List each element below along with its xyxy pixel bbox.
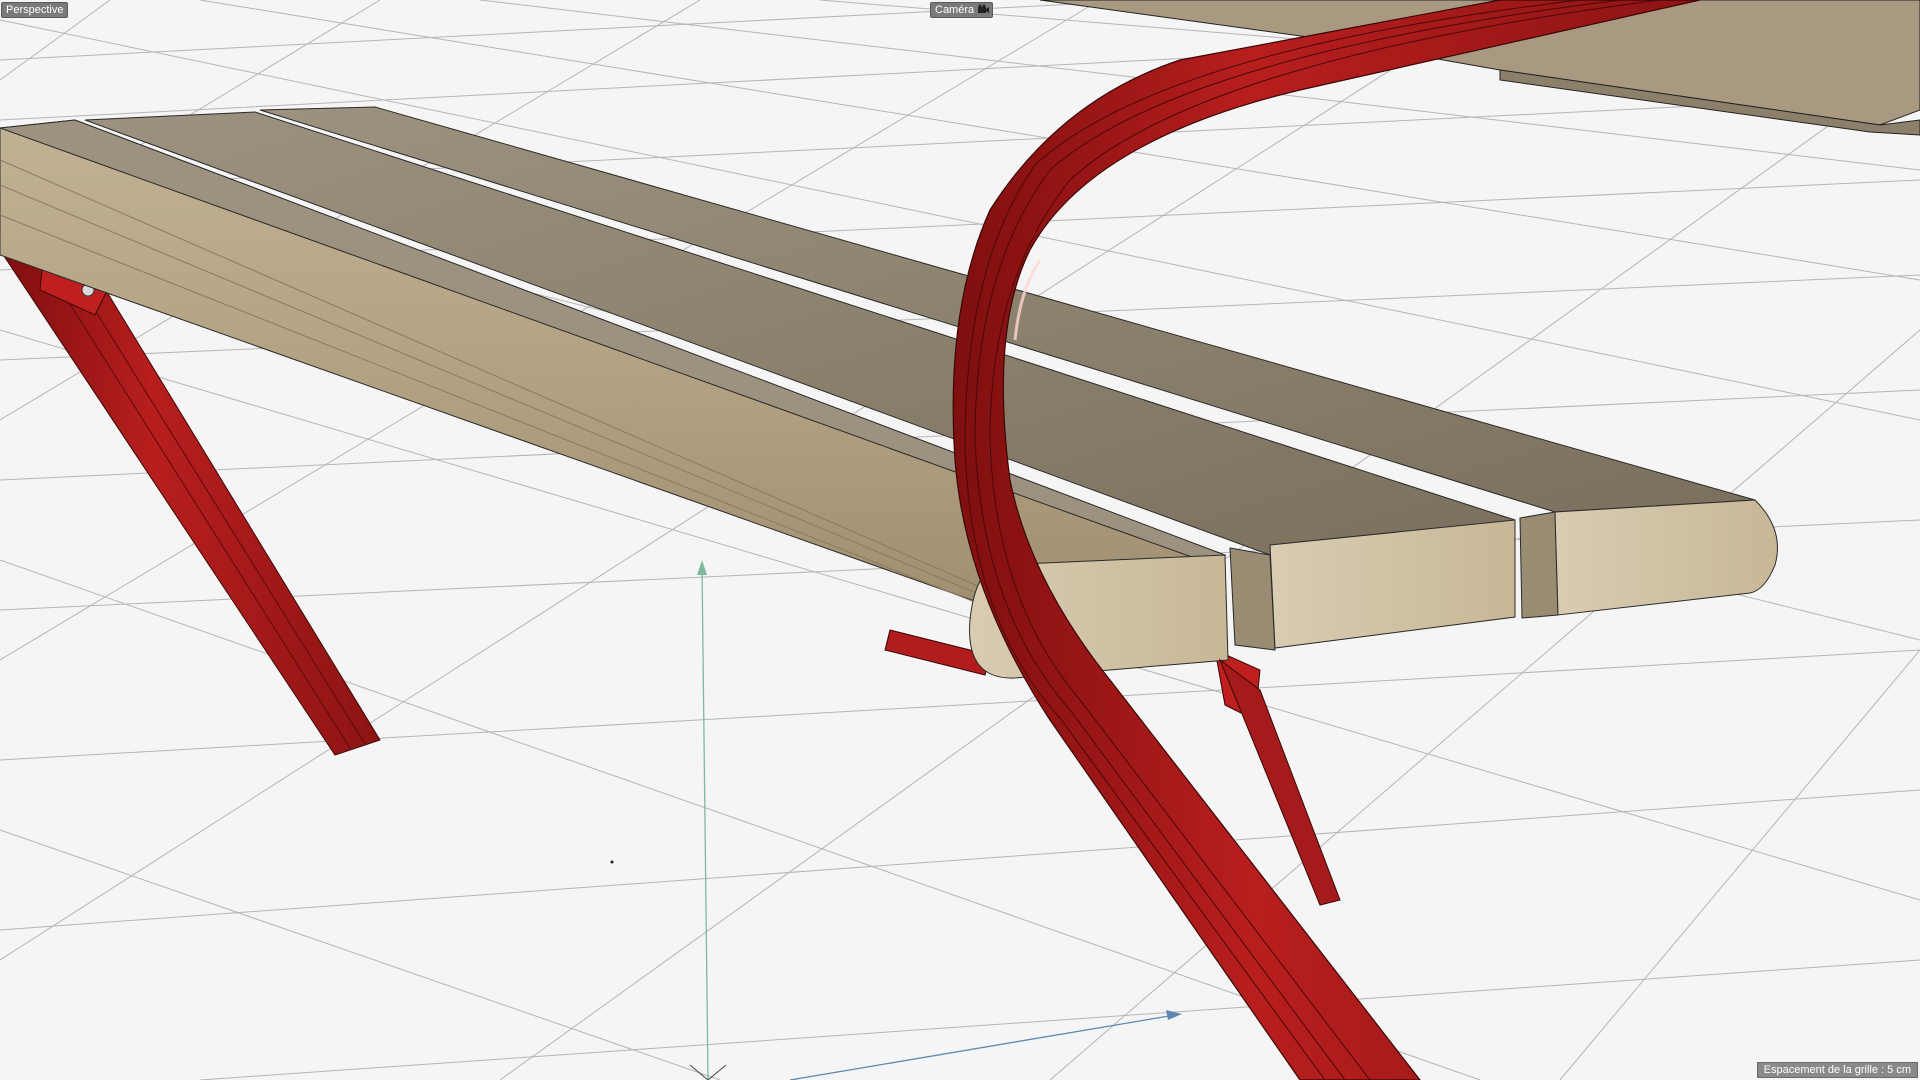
camera-label-text: Caméra [935, 4, 975, 16]
3d-viewport[interactable] [0, 0, 1920, 1080]
view-mode-selector[interactable]: Perspective [1, 2, 69, 18]
grid-spacing-status: Espacement de la grille : 5 cm [1756, 1062, 1918, 1078]
scene-canvas[interactable] [0, 0, 1920, 1080]
camera-selector[interactable]: Caméra [930, 2, 994, 18]
camera-icon [978, 4, 990, 13]
